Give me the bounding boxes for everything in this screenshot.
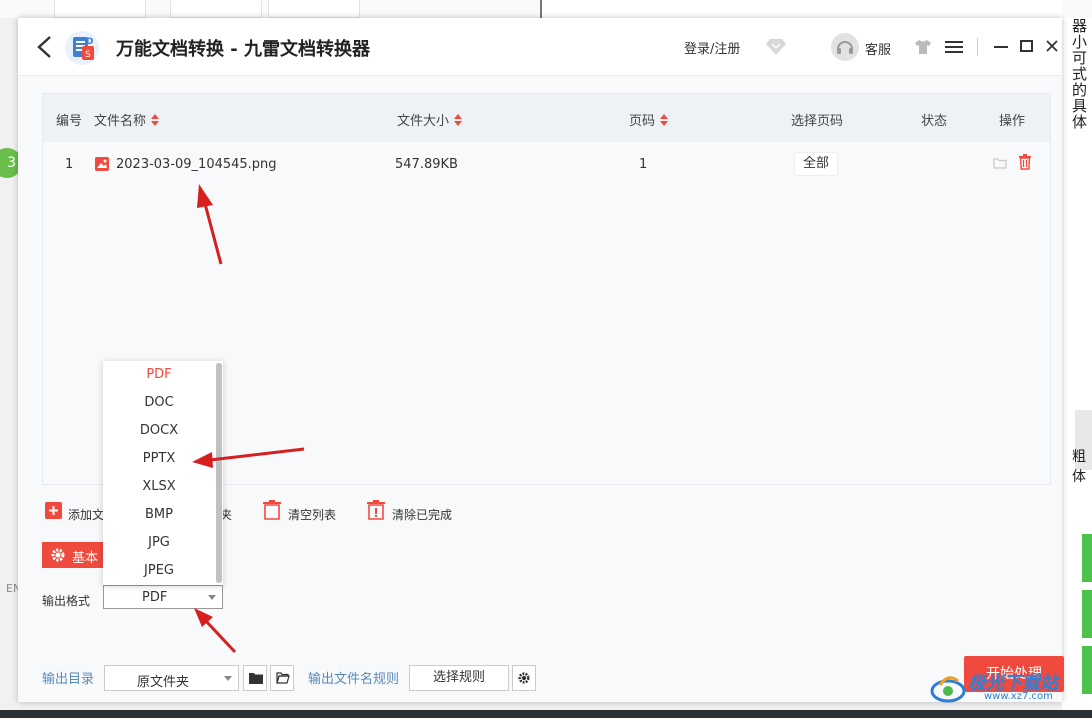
watermark-url: www.xz7.com [984, 691, 1053, 702]
title-bar: S D 万能文档转换 - 九雷文档转换器 登录/注册 客服 [18, 18, 1062, 76]
format-option-jpeg[interactable]: JPEG [103, 557, 215, 585]
output-format-select[interactable]: PDF [103, 585, 223, 609]
login-register-link[interactable]: 登录/注册 [684, 38, 740, 57]
filename-rule-label: 输出文件名规则 [308, 672, 400, 687]
background-char: 式的 [1072, 65, 1088, 99]
row-file-size: 547.89KB [395, 157, 458, 172]
background-char: 具体 [1072, 97, 1088, 131]
converter-window: S D 万能文档转换 - 九雷文档转换器 登录/注册 客服 编号 文件名称 文件… [18, 18, 1064, 702]
back-arrow-icon[interactable] [34, 34, 56, 60]
clear-completed-button[interactable]: 清除已完成 [367, 500, 477, 524]
row-pages: 1 [639, 157, 648, 172]
select-rule-button[interactable]: 选择规则 [409, 665, 509, 691]
clear-completed-label: 清除已完成 [392, 508, 453, 522]
format-option-doc[interactable]: DOC [103, 389, 215, 417]
background-green-block [1082, 534, 1092, 582]
open-output-folder-button[interactable] [270, 665, 294, 691]
output-directory-label: 输出目录 [42, 672, 95, 687]
titlebar-separator [977, 38, 978, 56]
row-index: 1 [65, 157, 74, 172]
format-option-docx[interactable]: DOCX [103, 417, 215, 445]
table-row[interactable]: 1 2023-03-09_104545.png 547.89KB 1 全部 [43, 142, 1050, 186]
header-file-size-label: 文件大小 [397, 114, 450, 129]
background-char: 小 [1072, 33, 1088, 51]
diamond-vip-icon[interactable] [765, 37, 787, 57]
gear-icon [518, 672, 530, 684]
output-format-label: 输出格式 [42, 594, 91, 608]
format-option-pptx[interactable]: PPTX [103, 445, 215, 473]
background-thumbnail [170, 0, 262, 18]
background-document-area [540, 0, 1062, 18]
background-thumbnail [268, 0, 360, 18]
basic-settings-label: 基本 [72, 551, 99, 566]
chevron-down-icon [208, 595, 216, 600]
background-thumbnail [54, 0, 146, 18]
background-char: 器 [1072, 17, 1088, 35]
headset-support-icon[interactable] [830, 32, 860, 62]
gear-icon [51, 548, 65, 562]
row-file-name: 2023-03-09_104545.png [116, 157, 277, 172]
background-char: 可 [1072, 49, 1088, 67]
app-title: 万能文档转换 - 九雷文档转换器 [116, 39, 371, 60]
clear-list-button[interactable]: 清空列表 [263, 500, 353, 524]
taskbar [0, 710, 1092, 718]
clear-list-label: 清空列表 [288, 508, 337, 522]
add-folder-button[interactable]: 夹 [220, 502, 240, 524]
header-file-name[interactable]: 文件名称 [94, 110, 160, 129]
header-status: 状态 [921, 114, 948, 129]
sort-icon[interactable] [659, 113, 669, 127]
watermark-logo-icon [930, 676, 966, 703]
header-pages-label: 页码 [629, 114, 656, 129]
format-option-jpg[interactable]: JPG [103, 529, 215, 557]
format-option-xlsx[interactable]: XLSX [103, 473, 215, 501]
trash-icon[interactable] [1018, 154, 1032, 170]
open-folder-icon [276, 672, 290, 684]
table-header: 编号 文件名称 文件大小 页码 选择页码 状态 操作 [43, 94, 1050, 142]
header-pages[interactable]: 页码 [629, 110, 669, 129]
tshirt-skin-icon[interactable] [914, 39, 932, 55]
rule-settings-button[interactable] [512, 665, 536, 691]
trash-icon [263, 500, 281, 520]
maximize-icon[interactable] [1019, 38, 1035, 54]
output-directory-select[interactable]: 原文件夹 [104, 665, 239, 691]
select-pages-button[interactable]: 全部 [794, 152, 838, 176]
trash-alert-icon [367, 500, 385, 520]
chevron-down-icon [224, 676, 232, 681]
sort-icon[interactable] [453, 113, 463, 127]
header-index: 编号 [56, 114, 83, 129]
header-actions: 操作 [999, 114, 1026, 129]
add-file-label: 添加文 [68, 508, 105, 522]
svg-text:D: D [86, 37, 93, 47]
add-icon [45, 502, 62, 519]
folder-icon [249, 673, 263, 684]
watermark: 极光下载站 www.xz7.com [930, 665, 1092, 710]
support-label[interactable]: 客服 [865, 39, 891, 58]
image-file-icon [95, 157, 109, 171]
format-dropdown-list: PDF DOC DOCX PPTX XLSX BMP JPG JPEG [103, 361, 223, 585]
dropdown-scrollbar-thumb[interactable] [216, 363, 222, 583]
hamburger-menu-icon[interactable] [945, 39, 963, 55]
svg-text:S: S [85, 50, 91, 60]
output-format-value: PDF [142, 590, 168, 605]
app-logo-icon: S D [65, 31, 99, 65]
background-right-text: 器 小 可 式的 具体 [1072, 18, 1092, 130]
background-green-block [1082, 590, 1092, 638]
output-directory-value: 原文件夹 [137, 675, 190, 690]
minimize-icon[interactable] [993, 38, 1009, 54]
background-bold-label: 粗体 [1072, 449, 1086, 485]
header-file-size[interactable]: 文件大小 [397, 110, 463, 129]
browse-folder-button[interactable] [243, 665, 267, 691]
open-folder-icon[interactable] [993, 156, 1007, 170]
format-option-bmp[interactable]: BMP [103, 501, 215, 529]
format-option-pdf[interactable]: PDF [103, 361, 215, 389]
header-select-pages: 选择页码 [791, 114, 844, 129]
close-icon[interactable] [1044, 38, 1060, 54]
sort-icon[interactable] [150, 113, 160, 127]
header-file-name-label: 文件名称 [94, 114, 147, 129]
